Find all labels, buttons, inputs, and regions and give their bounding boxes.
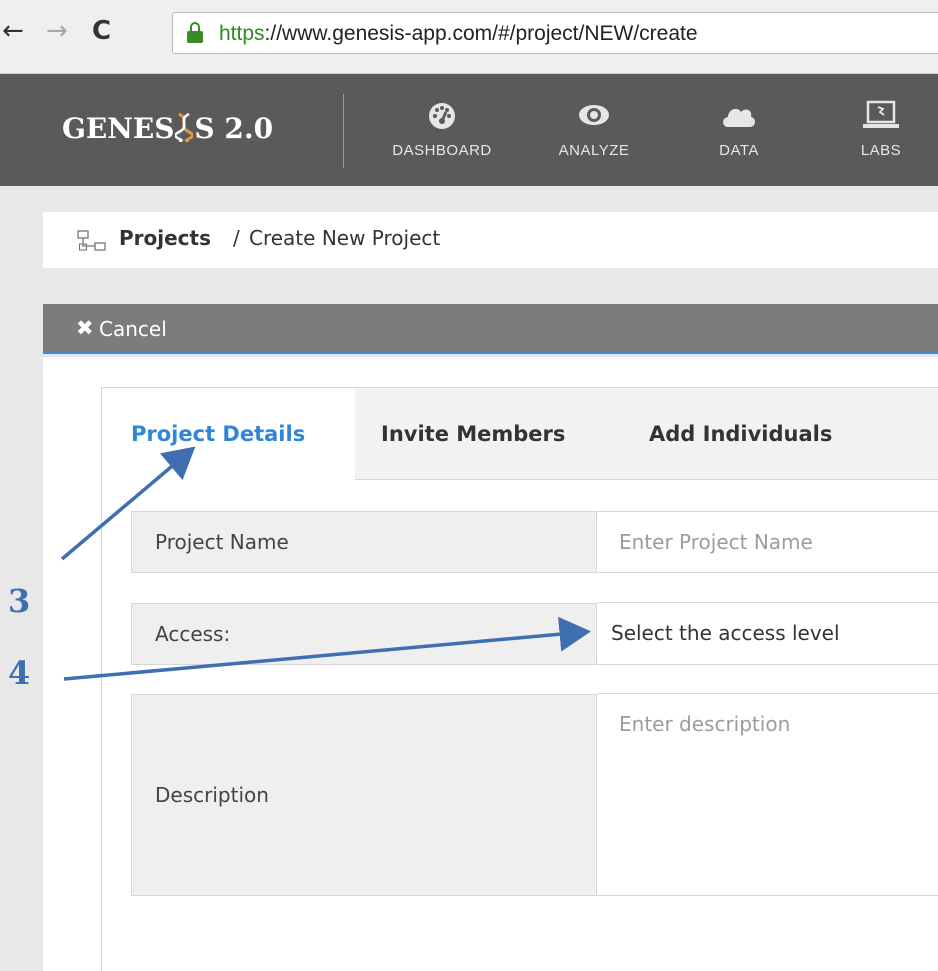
laptop-icon — [863, 100, 899, 128]
description-placeholder: Enter description — [619, 712, 791, 736]
access-label-cell: Access: — [131, 603, 597, 665]
annotation-number-3: 3 — [8, 582, 31, 620]
project-name-input[interactable]: Enter Project Name — [596, 511, 938, 573]
project-name-placeholder: Enter Project Name — [619, 530, 813, 554]
nav-dashboard[interactable]: DASHBOARD — [377, 100, 507, 159]
projects-sitemap-icon — [77, 230, 106, 251]
lock-icon — [187, 22, 203, 44]
eye-icon — [579, 105, 609, 125]
project-form-panel: Project Details Invite Members Add Indiv… — [43, 357, 938, 971]
app-header: GENES S 2.0 DASHBOARD ANALYZE DATA LABS — [0, 74, 938, 186]
forward-arrow-icon[interactable]: → — [46, 18, 68, 44]
url-path: ://www.genesis-app.com/#/project/NEW/cre… — [264, 22, 698, 45]
nav-label: LABS — [860, 142, 902, 159]
nav-analyze[interactable]: ANALYZE — [529, 100, 659, 159]
dna-helix-icon — [174, 112, 195, 143]
header-divider — [343, 94, 344, 168]
tab-project-details[interactable]: Project Details — [102, 388, 355, 480]
annotation-number-4: 4 — [8, 654, 31, 692]
tab-label: Add Individuals — [649, 422, 833, 446]
nav-label: DATA — [719, 142, 759, 159]
tab-invite-members[interactable]: Invite Members — [355, 388, 623, 480]
nav-label: ANALYZE — [558, 142, 630, 159]
project-name-label-cell: Project Name — [131, 511, 597, 573]
access-select[interactable]: Select the access level — [596, 602, 938, 665]
app-logo[interactable]: GENES S 2.0 — [62, 112, 273, 145]
logo-text-end: S 2.0 — [194, 112, 274, 145]
tab-add-individuals[interactable]: Add Individuals — [623, 388, 938, 480]
description-textarea[interactable]: Enter description — [596, 693, 938, 896]
logo-text-start: GENES — [62, 112, 175, 145]
url-scheme: https — [219, 22, 265, 45]
tab-label: Project Details — [131, 422, 306, 446]
cancel-label: Cancel — [99, 317, 167, 341]
dashboard-gauge-icon — [429, 103, 455, 129]
breadcrumb: Projects / Create New Project — [43, 212, 938, 268]
browser-toolbar: ← → C https://www.genesis-app.com/#/proj… — [0, 0, 938, 74]
reload-icon[interactable]: C — [92, 18, 111, 44]
nav-label: DASHBOARD — [392, 142, 492, 159]
cancel-button[interactable]: ✖ Cancel — [43, 304, 938, 354]
project-name-label: Project Name — [155, 530, 289, 554]
nav-data[interactable]: DATA — [674, 100, 804, 159]
close-icon: ✖ — [76, 316, 94, 340]
nav-labs[interactable]: LABS — [816, 100, 938, 159]
address-bar[interactable]: https://www.genesis-app.com/#/project/NE… — [172, 12, 938, 54]
cloud-icon — [723, 108, 756, 127]
description-label: Description — [155, 783, 269, 807]
description-label-cell: Description — [131, 694, 597, 896]
breadcrumb-projects-link[interactable]: Projects — [119, 226, 211, 250]
breadcrumb-separator: / — [233, 226, 240, 250]
access-label: Access: — [155, 622, 231, 646]
back-arrow-icon[interactable]: ← — [2, 18, 24, 44]
url-text: https://www.genesis-app.com/#/project/NE… — [219, 22, 698, 46]
access-select-value: Select the access level — [611, 621, 840, 645]
breadcrumb-current: Create New Project — [249, 226, 441, 250]
tab-label: Invite Members — [381, 422, 566, 446]
